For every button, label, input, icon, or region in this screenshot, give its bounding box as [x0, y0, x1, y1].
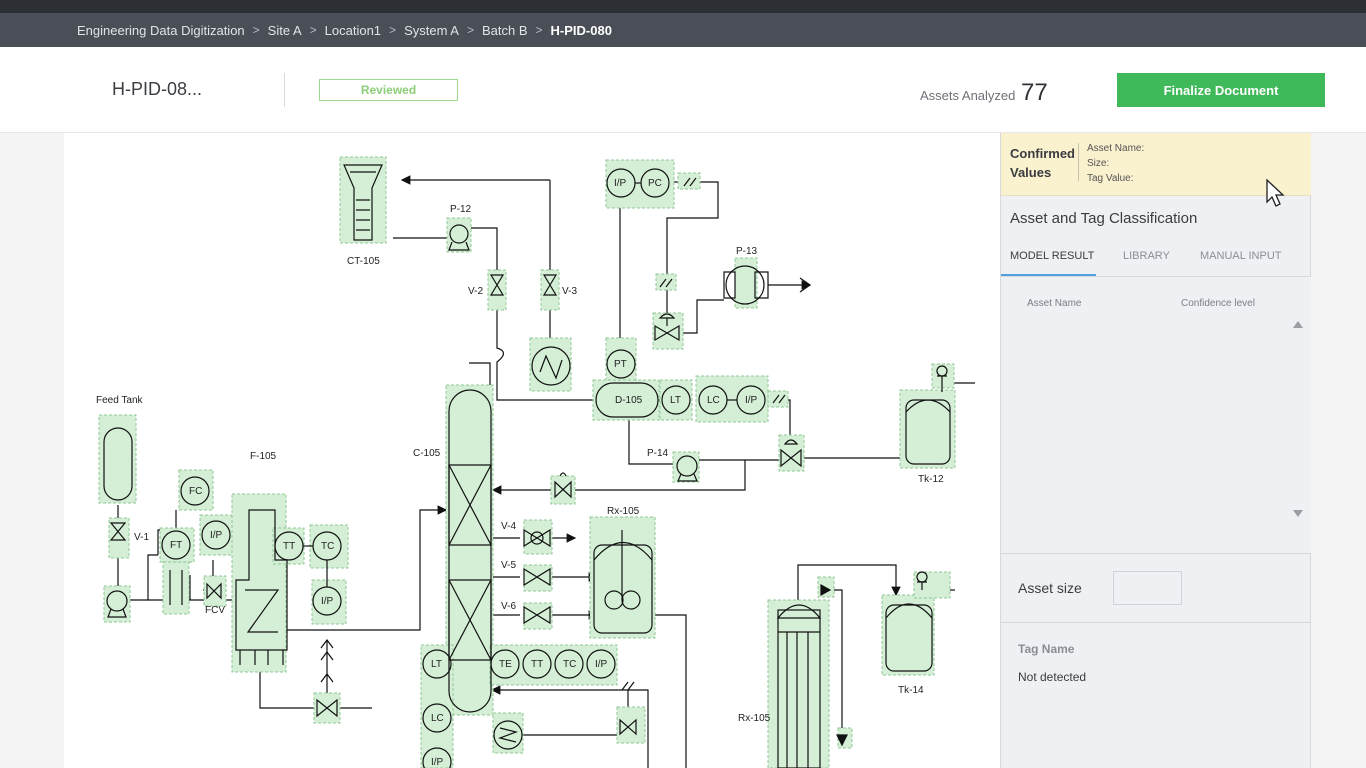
label-v4: V-4: [501, 521, 516, 532]
confirmed-title-line-2: Values: [1010, 165, 1052, 180]
label-v2: V-2: [468, 286, 483, 297]
scroll-up-icon[interactable]: [1293, 321, 1303, 328]
label-f105: F-105: [250, 451, 277, 462]
tag-ip-e: I/P: [595, 659, 608, 670]
tag-lc-b: LC: [431, 713, 444, 724]
document-title: H-PID-08...: [112, 79, 203, 99]
status-badge: Reviewed: [319, 79, 458, 101]
tag-tc-a: TC: [321, 541, 334, 552]
confirmed-size: Size:: [1087, 158, 1110, 169]
tab-model-result[interactable]: MODEL RESULT: [1010, 250, 1094, 262]
tab-manual-input[interactable]: MANUAL INPUT: [1200, 250, 1282, 262]
tag-te: TE: [499, 659, 512, 670]
finalize-document-button[interactable]: Finalize Document: [1117, 73, 1325, 107]
label-v5: V-5: [501, 560, 516, 571]
asset-size-label: Asset size: [1018, 580, 1082, 596]
classification-title: Asset and Tag Classification: [1010, 210, 1198, 227]
tag-pc: PC: [648, 178, 662, 189]
pid-diagram: Feed Tank F-105 C-105 CT-105 P-12 P-13 P…: [96, 156, 975, 768]
column-header-asset-name[interactable]: Asset Name: [1027, 298, 1081, 309]
label-tk14: Tk-14: [898, 685, 924, 696]
tag-tt-b: TT: [531, 659, 543, 670]
breadcrumb-current: H-PID-080: [550, 22, 612, 38]
breadcrumb-separator: >: [535, 23, 543, 37]
tag-ip-d: I/P: [321, 596, 334, 607]
label-p12: P-12: [450, 204, 472, 215]
classification-panel: Confirmed Values Asset Name: Size: Tag V…: [1000, 133, 1311, 768]
label-d105: D-105: [615, 395, 643, 406]
detection-highlights: [98, 156, 956, 768]
label-ct105: CT-105: [347, 256, 380, 267]
breadcrumb: Engineering Data Digitization > Site A >…: [0, 13, 1366, 47]
label-p13: P-13: [736, 246, 758, 257]
breadcrumb-separator: >: [466, 23, 474, 37]
tag-tc-b: TC: [563, 659, 576, 670]
section-divider: [1001, 553, 1311, 554]
tag-fc: FC: [189, 486, 202, 497]
tag-tt-a: TT: [283, 541, 295, 552]
breadcrumb-item-engineering-data-digitization[interactable]: Engineering Data Digitization: [77, 23, 245, 38]
mouse-cursor-icon: [1266, 178, 1285, 207]
scroll-down-icon[interactable]: [1293, 510, 1303, 517]
breadcrumb-item-batch[interactable]: Batch B: [482, 23, 528, 38]
breadcrumb-item-location[interactable]: Location1: [325, 23, 381, 38]
tab-library[interactable]: LIBRARY: [1123, 250, 1170, 262]
asset-size-input[interactable]: [1113, 571, 1182, 605]
tag-lt-a: LT: [670, 395, 681, 406]
confirmed-values-title: Confirmed Values: [1010, 144, 1080, 182]
breadcrumb-separator: >: [309, 23, 317, 37]
tag-lt-b: LT: [431, 659, 442, 670]
tag-name-value: Not detected: [1018, 670, 1087, 684]
label-v3: V-3: [562, 286, 577, 297]
label-feed-tank: Feed Tank: [96, 395, 144, 406]
breadcrumb-item-system[interactable]: System A: [404, 23, 459, 38]
tag-ip-b: I/P: [745, 395, 758, 406]
breadcrumb-item-site[interactable]: Site A: [268, 23, 302, 38]
tag-ip-a: I/P: [614, 178, 627, 189]
column-header-confidence[interactable]: Confidence level: [1181, 298, 1255, 309]
window-top-strip: [0, 0, 1366, 13]
confirmed-tag-value: Tag Value:: [1087, 173, 1134, 184]
label-tk12: Tk-12: [918, 474, 944, 485]
breadcrumb-separator: >: [389, 23, 397, 37]
label-rx105-top: Rx-105: [607, 506, 640, 517]
header-divider: [284, 73, 285, 107]
pid-diagram-canvas[interactable]: Feed Tank F-105 C-105 CT-105 P-12 P-13 P…: [64, 133, 1000, 768]
label-v1: V-1: [134, 532, 149, 543]
assets-analyzed-count: 77: [1021, 79, 1048, 106]
label-p14: P-14: [647, 448, 669, 459]
label-rx105-bottom: Rx-105: [738, 713, 771, 724]
label-fcv: FCV: [205, 605, 225, 616]
tag-pt: PT: [614, 359, 627, 370]
tag-name-label: Tag Name: [1018, 642, 1075, 656]
tag-lc-a: LC: [707, 395, 720, 406]
section-divider: [1001, 622, 1311, 623]
confirmed-title-line-1: Confirmed: [1010, 146, 1075, 161]
confirmed-divider: [1078, 143, 1079, 181]
label-c105: C-105: [413, 448, 441, 459]
tag-ip-f: I/P: [431, 757, 444, 768]
label-v6: V-6: [501, 601, 516, 612]
assets-analyzed-label: Assets Analyzed: [920, 88, 1016, 103]
breadcrumb-separator: >: [252, 23, 260, 37]
confirmed-asset-name: Asset Name:: [1087, 143, 1145, 154]
model-results-list[interactable]: [1001, 277, 1311, 553]
tag-ft: FT: [170, 540, 182, 551]
tag-ip-c: I/P: [210, 530, 223, 541]
document-header: H-PID-08... Reviewed Assets Analyzed 77 …: [0, 47, 1366, 133]
